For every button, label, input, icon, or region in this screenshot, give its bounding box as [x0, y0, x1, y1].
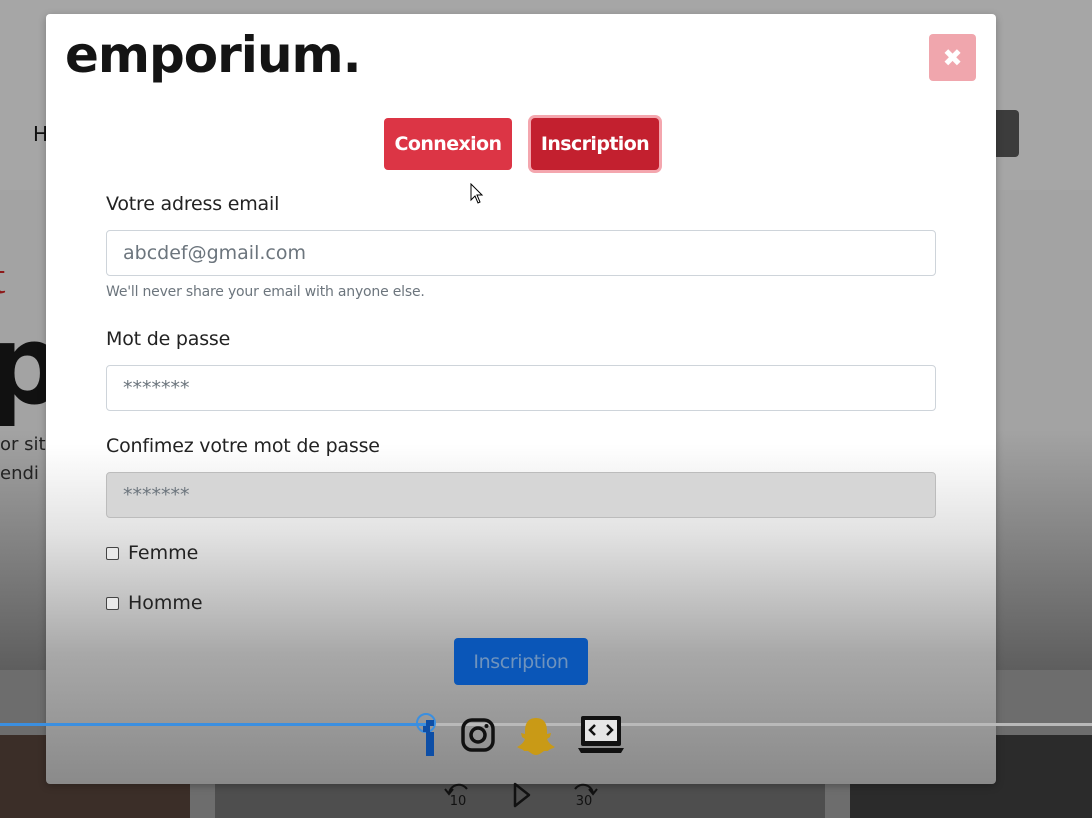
tab-connexion[interactable]: Connexion: [384, 118, 512, 170]
play-icon: [513, 782, 531, 808]
rewind-seconds: 10: [449, 794, 467, 809]
signup-modal: emporium. ✖ Connexion Inscription Votre …: [46, 14, 996, 784]
homme-label: Homme: [128, 592, 203, 614]
forward-seconds: 30: [575, 794, 593, 809]
background-hero-text: or sit: [0, 434, 46, 455]
forward-button[interactable]: 30: [569, 780, 599, 812]
email-label: Votre adress email: [106, 193, 280, 215]
close-icon: ✖: [942, 43, 963, 72]
confirm-password-field[interactable]: *******: [106, 472, 936, 518]
confirm-password-placeholder: *******: [123, 484, 190, 506]
email-help-text: We'll never share your email with anyone…: [106, 284, 425, 300]
instagram-icon[interactable]: [460, 712, 498, 758]
password-label: Mot de passe: [106, 328, 231, 350]
laptop-code-icon[interactable]: [576, 712, 626, 758]
femme-label: Femme: [128, 542, 199, 564]
rewind-button[interactable]: 10: [443, 780, 473, 812]
tab-inscription[interactable]: Inscription: [531, 118, 659, 170]
brand-logo: emporium.: [65, 26, 362, 84]
password-field[interactable]: *******: [106, 365, 936, 411]
close-button[interactable]: ✖: [929, 34, 976, 81]
play-button[interactable]: [510, 780, 540, 812]
gender-homme-option[interactable]: Homme: [106, 592, 203, 614]
progress-fill: [0, 723, 426, 726]
background-hero-accent: t: [0, 250, 5, 305]
facebook-icon[interactable]: [418, 712, 440, 758]
background-hero-text: endi: [0, 463, 39, 484]
email-field[interactable]: abcdef@gmail.com: [106, 230, 936, 276]
submit-inscription-button[interactable]: Inscription: [454, 638, 588, 685]
password-placeholder: *******: [123, 377, 190, 399]
snapchat-icon[interactable]: [514, 712, 558, 758]
gender-femme-option[interactable]: Femme: [106, 542, 198, 564]
email-placeholder: abcdef@gmail.com: [123, 242, 306, 264]
confirm-password-label: Confimez votre mot de passe: [106, 435, 380, 457]
homme-checkbox[interactable]: [106, 596, 119, 610]
mouse-cursor-icon: [470, 183, 484, 204]
femme-checkbox[interactable]: [106, 546, 119, 560]
